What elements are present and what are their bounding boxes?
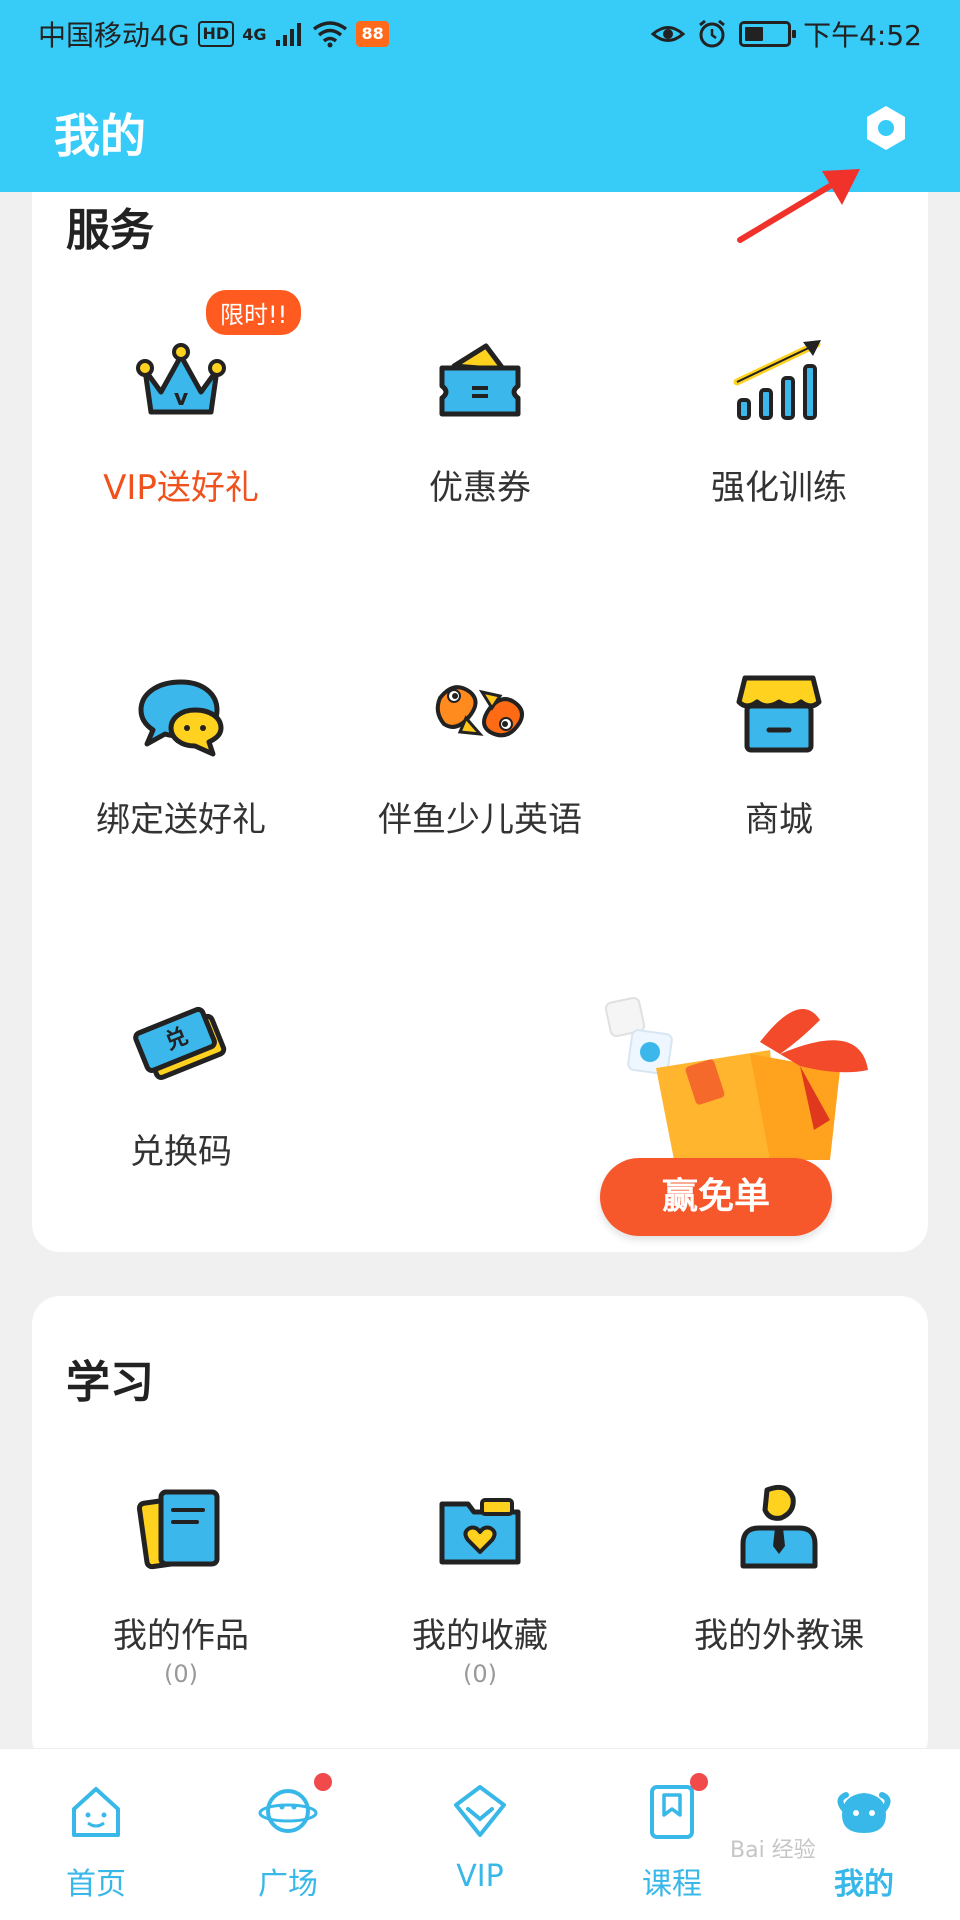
service-redeem-code[interactable]: 兑 兑换码 [32, 994, 330, 1244]
services-card: 服务 v VIP送好礼 优惠券 强化训练 绑定送好礼 伴鱼少儿英语 商城 兑 兑… [32, 150, 928, 1252]
nav-label: 我的 [834, 1867, 894, 1902]
notification-dot [314, 1773, 332, 1791]
nav-home[interactable]: 首页 [0, 1749, 192, 1920]
study-count: (0) [463, 1660, 497, 1688]
chat-bubbles-icon [138, 679, 224, 757]
service-label: 强化训练 [711, 468, 847, 508]
nav-square[interactable]: 广场 [192, 1749, 384, 1920]
diamond-icon [454, 1785, 506, 1837]
service-label: VIP送好礼 [103, 468, 259, 508]
alarm-icon [699, 19, 726, 48]
service-vip-gift[interactable]: v VIP送好礼 [32, 330, 330, 580]
notification-dot [690, 1773, 708, 1791]
service-label: 兑换码 [130, 1132, 232, 1172]
top-bar: 中国移动4G HD 4G 88 下午4:52 我的 [0, 0, 960, 192]
bottom-nav: 首页 广场 VIP 课程 我的 [0, 1748, 960, 1920]
eye-icon [651, 26, 686, 42]
study-my-works[interactable]: 我的作品 (0) [32, 1478, 330, 1728]
goldfish-icon [435, 685, 524, 738]
watermark: Bai 经验 [730, 1838, 816, 1863]
study-label: 我的收藏 [412, 1616, 548, 1656]
bookmark-book-icon [650, 1785, 694, 1839]
nav-label: 广场 [258, 1867, 318, 1902]
service-label: 伴鱼少儿英语 [378, 800, 582, 840]
service-label: 优惠券 [429, 468, 531, 508]
ticket-icon: 兑 [133, 1006, 227, 1080]
services-title: 服务 [66, 205, 154, 256]
folder-heart-icon [439, 1498, 521, 1565]
free-order-promo[interactable]: 赢免单 [600, 980, 900, 1240]
service-label: 商城 [745, 800, 813, 840]
svg-text:v: v [174, 386, 189, 411]
teacher-icon [740, 1484, 818, 1569]
carrier-name: 中国移动4G [38, 19, 190, 52]
bar-chart-icon [733, 340, 821, 420]
profile-face-icon [837, 1792, 891, 1833]
notebook-icon [136, 1489, 220, 1570]
wallet-coupon-icon [439, 343, 521, 417]
hd-icon: HD [197, 21, 235, 47]
study-my-favorites[interactable]: 我的收藏 (0) [331, 1478, 629, 1728]
annotation-arrow-icon [737, 169, 860, 243]
service-shop[interactable]: 商城 [630, 662, 928, 912]
service-coupon[interactable]: 优惠券 [331, 330, 629, 580]
gear-icon[interactable] [862, 104, 910, 152]
app-notification-icon: 88 [356, 21, 389, 47]
study-foreign-teacher[interactable]: 我的外教课 [630, 1478, 928, 1728]
wifi-icon [313, 21, 348, 48]
battery-icon [739, 21, 797, 47]
study-label: 我的作品 [113, 1616, 249, 1656]
service-bind-gift[interactable]: 绑定送好礼 [32, 662, 330, 912]
status-bar: 中国移动4G HD 4G 88 下午4:52 [0, 0, 960, 66]
crown-icon: v [136, 343, 226, 415]
planet-icon [258, 1789, 318, 1833]
study-card: 学习 我的作品 (0) 我的收藏 (0) 我的外教课 [32, 1296, 928, 1766]
shop-icon [736, 675, 822, 753]
signal-icon [276, 23, 302, 46]
gift-box-icon [604, 996, 868, 1170]
network-type: 4G [242, 24, 267, 44]
home-icon [72, 1787, 120, 1837]
service-kids-english[interactable]: 伴鱼少儿英语 [331, 662, 629, 912]
limited-time-badge: 限时!! [206, 290, 302, 335]
service-label: 绑定送好礼 [96, 800, 266, 840]
nav-label: 首页 [66, 1867, 126, 1902]
nav-vip[interactable]: VIP [384, 1749, 576, 1920]
study-label: 我的外教课 [694, 1616, 864, 1656]
service-training[interactable]: 强化训练 [630, 330, 928, 580]
free-order-button[interactable]: 赢免单 [600, 1158, 832, 1236]
study-count: (0) [164, 1660, 198, 1688]
nav-label: VIP [456, 1859, 504, 1894]
page-title: 我的 [54, 109, 146, 163]
nav-label: 课程 [642, 1867, 702, 1902]
study-title: 学习 [66, 1357, 154, 1408]
status-time: 下午4:52 [803, 19, 922, 52]
